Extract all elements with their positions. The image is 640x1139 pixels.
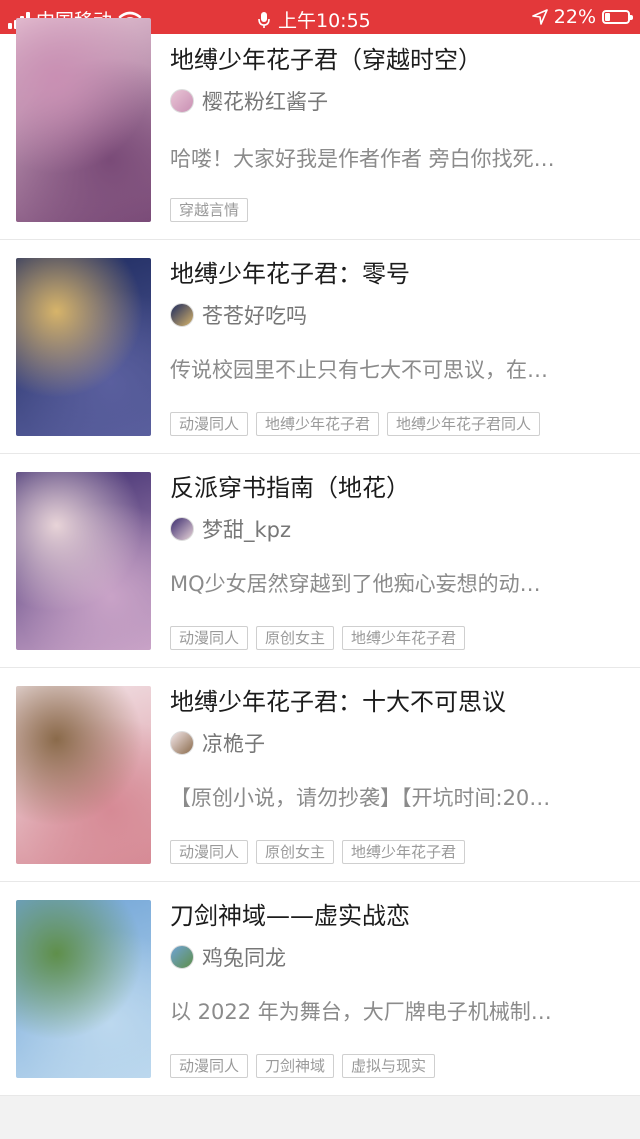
tag-chip[interactable]: 地缚少年花子君 [342, 626, 466, 650]
tag-chip[interactable]: 地缚少年花子君 [342, 840, 466, 864]
book-author[interactable]: 鸡兔同龙 [170, 942, 286, 972]
book-list-item[interactable]: 地缚少年花子君：十大不可思议凉桅子【原创小说，请勿抄袭】【开坑时间:20… 动漫同… [0, 668, 640, 882]
book-cover-image[interactable] [16, 18, 151, 222]
book-cover-image[interactable] [16, 258, 151, 436]
book-title[interactable]: 地缚少年花子君：零号 [170, 254, 410, 289]
book-author[interactable]: 樱花粉红酱子 [170, 86, 328, 116]
status-right: 22% [531, 6, 633, 28]
book-list: 地缚少年花子君（穿越时空） 樱花粉红酱子哈喽！大家好我是作者作者 旁白你找死… 穿越… [0, 18, 640, 1096]
book-description: MQ少女居然穿越到了他痴心妄想的动… [170, 572, 541, 596]
author-name: 鸡兔同龙 [202, 946, 286, 970]
book-list-item[interactable]: 地缚少年花子君：零号 苍苍好吃吗 传说校园里不止只有七大不可思议，在… 动漫同人 地缚少… [0, 240, 640, 454]
book-tags: 动漫同人 刀剑神域 虚拟与现实 [170, 1054, 436, 1078]
tag-chip[interactable]: 动漫同人 [170, 412, 249, 436]
author-avatar [170, 945, 194, 969]
author-avatar [170, 517, 194, 541]
book-author[interactable]: 凉桅子 [170, 728, 265, 758]
book-title[interactable]: 地缚少年花子君：十大不可思议 [170, 682, 506, 717]
author-avatar [170, 89, 194, 113]
book-description: 传说校园里不止只有七大不可思议，在… [170, 358, 548, 382]
tag-chip[interactable]: 虚拟与现实 [342, 1054, 436, 1078]
book-list-item[interactable]: 刀剑神域——虚实战恋鸡兔同龙以 2022 年为舞台，大厂牌电子机械制… 动漫同人刀… [0, 882, 640, 1096]
book-cover-image[interactable] [16, 900, 151, 1078]
book-tags: 穿越言情 [170, 198, 249, 222]
author-name: 樱花粉红酱子 [202, 90, 328, 114]
tag-chip[interactable]: 地缚少年花子君 [256, 412, 380, 436]
tag-chip[interactable]: 动漫同人 [170, 840, 249, 864]
book-tags: 动漫同人 原创女主 地缚少年花子君 [170, 626, 466, 650]
book-author[interactable]: 梦甜_kpz [170, 514, 291, 544]
book-cover-image[interactable] [16, 686, 151, 864]
book-list-item[interactable]: 地缚少年花子君（穿越时空） 樱花粉红酱子哈喽！大家好我是作者作者 旁白你找死… 穿越… [0, 18, 640, 240]
book-title[interactable]: 地缚少年花子君（穿越时空） [170, 40, 482, 75]
book-author[interactable]: 苍苍好吃吗 [170, 300, 307, 330]
book-tags: 动漫同人 地缚少年花子君 地缚少年花子君同人 [170, 412, 541, 436]
book-title[interactable]: 刀剑神域——虚实战恋 [170, 896, 410, 931]
tag-chip[interactable]: 刀剑神域 [256, 1054, 335, 1078]
list-footer [0, 1096, 640, 1139]
author-name: 苍苍好吃吗 [202, 304, 307, 328]
book-list-item[interactable]: 反派穿书指南（地花） 梦甜_kpz MQ少女居然穿越到了他痴心妄想的动… 动漫同人 原创… [0, 454, 640, 668]
battery-icon [602, 10, 633, 24]
tag-chip[interactable]: 动漫同人 [170, 626, 249, 650]
book-tags: 动漫同人 原创女主 地缚少年花子君 [170, 840, 466, 864]
book-description: 哈喽！大家好我是作者作者 旁白你找死… [170, 147, 555, 171]
tag-chip[interactable]: 穿越言情 [170, 198, 249, 222]
location-arrow-icon [531, 9, 548, 25]
book-description: 以 2022 年为舞台，大厂牌电子机械制… [170, 1000, 552, 1024]
book-description: 【原创小说，请勿抄袭】【开坑时间:20… [170, 786, 551, 810]
book-title[interactable]: 反派穿书指南（地花） [170, 468, 410, 503]
tag-chip[interactable]: 动漫同人 [170, 1054, 249, 1078]
book-cover-image[interactable] [16, 472, 151, 650]
author-name: 凉桅子 [202, 732, 265, 756]
author-avatar [170, 303, 194, 327]
tag-chip[interactable]: 原创女主 [256, 626, 335, 650]
author-avatar [170, 731, 194, 755]
tag-chip[interactable]: 原创女主 [256, 840, 335, 864]
author-name: 梦甜_kpz [202, 518, 292, 542]
tag-chip[interactable]: 地缚少年花子君同人 [387, 412, 541, 436]
battery-percent: 22% [553, 6, 596, 28]
